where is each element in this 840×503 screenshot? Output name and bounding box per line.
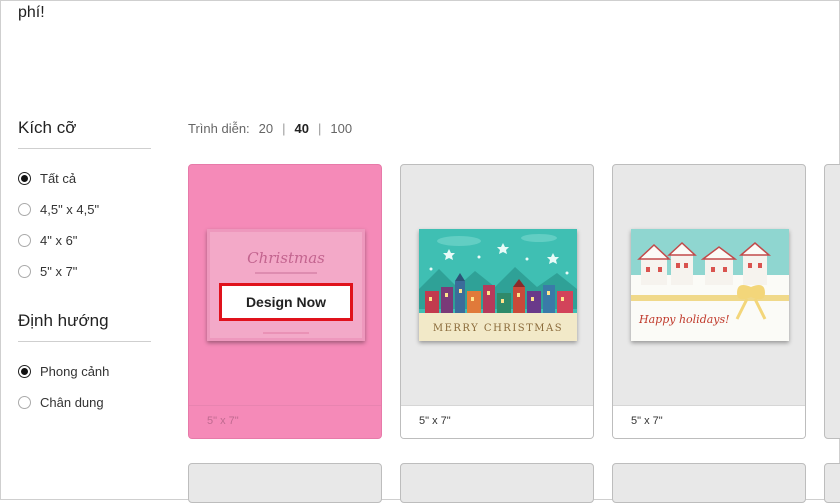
card-size-caption: 5" x 7" bbox=[401, 405, 593, 438]
orientation-option-label: Chân dung bbox=[40, 395, 104, 410]
template-card-row2[interactable] bbox=[612, 463, 806, 503]
show-option-40[interactable]: 40 bbox=[295, 121, 309, 136]
card-size-caption: 5" x 7" bbox=[613, 405, 805, 438]
card-thumbnail: Happy holidays! bbox=[631, 229, 789, 341]
thumb-title-text: MERRY CHRISTMAS bbox=[433, 323, 563, 334]
thumb-title-text: Happy holidays! bbox=[638, 313, 730, 326]
thumb-script-text: Christmas bbox=[247, 249, 325, 267]
results-per-page: Trình diễn: 20 | 40 | 100 bbox=[188, 121, 352, 136]
show-label: Trình diễn: bbox=[188, 121, 250, 136]
radio-icon[interactable] bbox=[18, 203, 31, 216]
size-option-label: 5" x 7" bbox=[40, 264, 78, 279]
intro-text: phí! bbox=[18, 4, 45, 21]
filter-sidebar: Kích cỡ Tất cả 4,5" x 4,5" 4" x 6" 5" x … bbox=[18, 118, 151, 418]
radio-checked-icon[interactable] bbox=[18, 172, 31, 185]
orientation-filter-title: Định hướng bbox=[18, 311, 151, 342]
orientation-option-landscape[interactable]: Phong cảnh bbox=[18, 356, 151, 387]
size-option-4-5x4-5[interactable]: 4,5" x 4,5" bbox=[18, 194, 151, 225]
card-preview: Happy holidays! bbox=[613, 165, 805, 405]
size-option-all[interactable]: Tất cả bbox=[18, 163, 151, 194]
show-option-20[interactable]: 20 bbox=[259, 121, 273, 136]
card-preview: Christmas Design Now bbox=[189, 165, 381, 405]
card-thumbnail: MERRY CHRISTMAS bbox=[419, 229, 577, 341]
orientation-filter-options: Phong cảnh Chân dung bbox=[18, 356, 151, 418]
radio-icon[interactable] bbox=[18, 265, 31, 278]
size-option-4x6[interactable]: 4" x 6" bbox=[18, 225, 151, 256]
template-card-partial[interactable] bbox=[824, 463, 840, 503]
card-size-caption: 5" x 7" bbox=[189, 405, 381, 438]
size-filter-options: Tất cả 4,5" x 4,5" 4" x 6" 5" x 7" bbox=[18, 163, 151, 287]
template-card-happy-holidays[interactable]: Happy holidays! 5" x 7" bbox=[612, 164, 806, 439]
orientation-option-portrait[interactable]: Chân dung bbox=[18, 387, 151, 418]
radio-icon[interactable] bbox=[18, 234, 31, 247]
template-card-row2[interactable] bbox=[188, 463, 382, 503]
divider: | bbox=[318, 121, 322, 136]
size-option-label: Tất cả bbox=[40, 171, 77, 186]
orientation-filter: Định hướng Phong cảnh Chân dung bbox=[18, 311, 151, 418]
orientation-option-label: Phong cảnh bbox=[40, 364, 110, 379]
divider: | bbox=[282, 121, 286, 136]
size-option-label: 4,5" x 4,5" bbox=[40, 202, 100, 217]
design-now-button[interactable]: Design Now bbox=[219, 283, 353, 321]
size-option-label: 4" x 6" bbox=[40, 233, 78, 248]
template-card-christmas-script[interactable]: Christmas Design Now 5" x 7" bbox=[188, 164, 382, 439]
template-card-partial[interactable] bbox=[824, 164, 840, 439]
size-option-5x7[interactable]: 5" x 7" bbox=[18, 256, 151, 287]
radio-icon[interactable] bbox=[18, 396, 31, 409]
card-preview: MERRY CHRISTMAS bbox=[401, 165, 593, 405]
show-option-100[interactable]: 100 bbox=[330, 121, 352, 136]
template-card-merry-christmas[interactable]: MERRY CHRISTMAS 5" x 7" bbox=[400, 164, 594, 439]
size-filter-title: Kích cỡ bbox=[18, 118, 151, 149]
radio-checked-icon[interactable] bbox=[18, 365, 31, 378]
template-card-row2[interactable] bbox=[400, 463, 594, 503]
